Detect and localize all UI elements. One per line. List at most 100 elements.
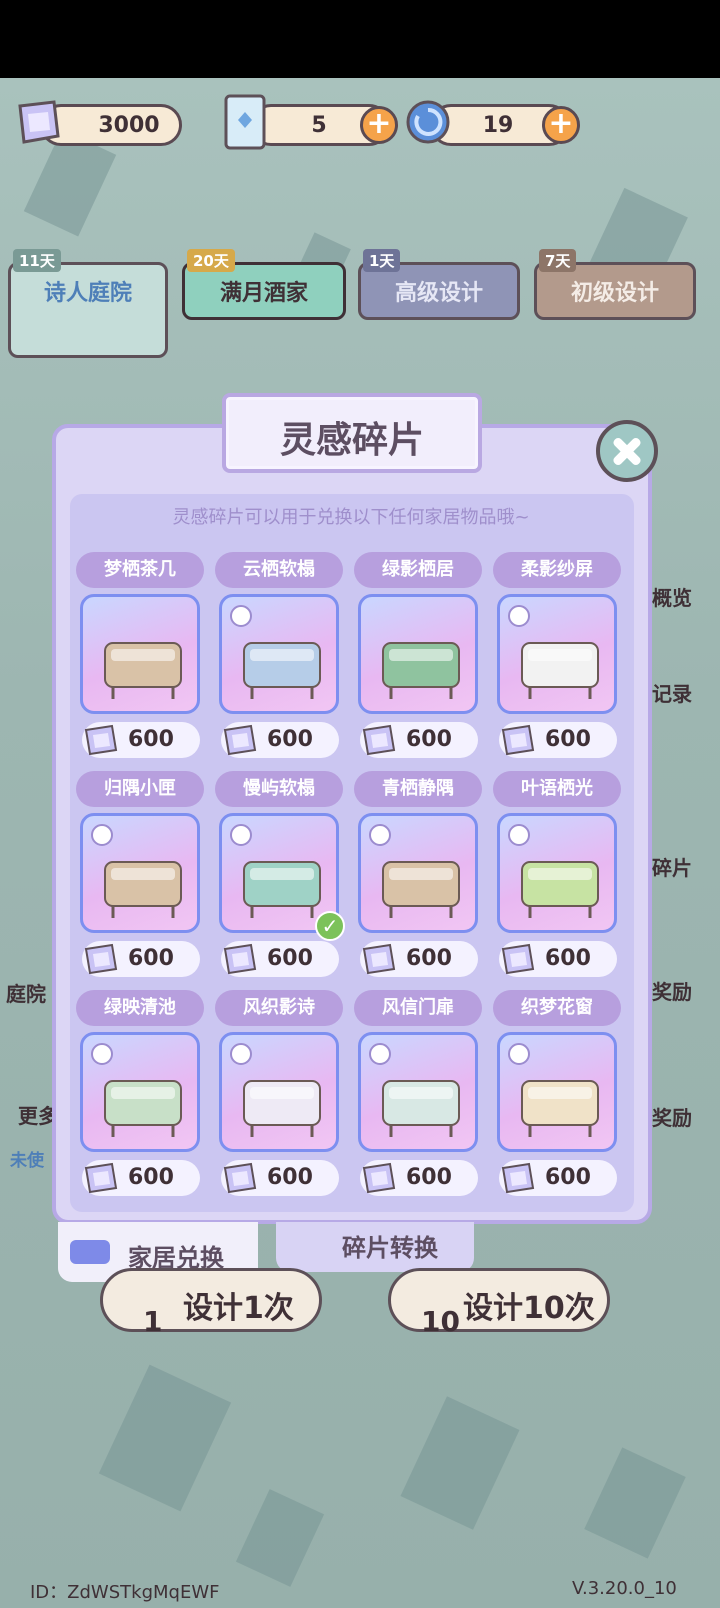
item-name: 柔影纱屏: [493, 552, 621, 588]
item-price: 600: [499, 1160, 617, 1196]
furniture-art: [382, 861, 460, 918]
fragment-count: 3000: [98, 113, 160, 138]
item-image[interactable]: [497, 594, 617, 714]
furniture-art: [243, 861, 321, 918]
furniture-item[interactable]: 绿映清池 600: [76, 990, 204, 1200]
price-value: 600: [128, 1165, 174, 1190]
design-once-button[interactable]: 1 设计1次: [100, 1268, 322, 1338]
add-ticket-button[interactable]: +: [360, 106, 398, 144]
item-price: 600: [221, 941, 339, 977]
furniture-art: [104, 642, 182, 699]
price-value: 600: [545, 946, 591, 971]
item-name: 梦栖茶几: [76, 552, 204, 588]
furniture-item[interactable]: 归隅小匣 600: [76, 771, 204, 981]
banner-label: 初级设计: [570, 281, 659, 306]
item-price: 600: [221, 1160, 339, 1196]
fragment-icon: [501, 724, 535, 756]
sofa-icon: [70, 1240, 110, 1264]
version-label: V.3.20.0_10: [572, 1578, 677, 1599]
fragment-icon: [84, 724, 118, 756]
item-name: 绿影栖居: [354, 552, 482, 588]
price-value: 600: [128, 727, 174, 752]
side-label-reward[interactable]: 奖励: [652, 976, 692, 1005]
item-image[interactable]: [80, 594, 200, 714]
furniture-art: [104, 1080, 182, 1137]
fragment-icon: [362, 943, 396, 975]
side-label-overview[interactable]: 概览: [652, 582, 692, 611]
side-label-unused: 未使: [10, 1151, 44, 1171]
item-image[interactable]: [80, 813, 200, 933]
banner-days: 7天: [539, 249, 577, 272]
furniture-item[interactable]: 梦栖茶几 600: [76, 552, 204, 762]
fragment-icon: [18, 100, 60, 144]
close-button[interactable]: [596, 420, 658, 482]
item-name: 风信门扉: [354, 990, 482, 1026]
price-value: 600: [267, 946, 313, 971]
price-value: 600: [128, 946, 174, 971]
add-swirl-button[interactable]: +: [542, 106, 580, 144]
item-price: 600: [360, 722, 478, 758]
design-ten-label: 设计10次: [463, 1291, 595, 1326]
item-price: 600: [499, 941, 617, 977]
price-value: 600: [545, 727, 591, 752]
banner-tab-advanced-design[interactable]: 1天 高级设计: [358, 249, 520, 320]
fragment-icon: [223, 943, 257, 975]
item-image[interactable]: [358, 813, 478, 933]
ticket-icon: [224, 94, 266, 150]
item-image[interactable]: [497, 813, 617, 933]
design-ten-count: 10: [421, 1305, 460, 1338]
banner-label: 满月酒家: [219, 281, 308, 306]
banner-tab-full-moon-tavern[interactable]: 20天 满月酒家: [182, 249, 346, 320]
item-image[interactable]: [80, 1032, 200, 1152]
item-name: 绿映清池: [76, 990, 204, 1026]
item-image[interactable]: [358, 1032, 478, 1152]
price-value: 600: [267, 1165, 313, 1190]
fragment-icon: [501, 1162, 535, 1194]
price-value: 600: [406, 727, 452, 752]
swirl-icon: [406, 100, 450, 144]
banner-tab-poet-courtyard[interactable]: 11天 诗人庭院: [8, 249, 168, 358]
price-value: 600: [545, 1165, 591, 1190]
fragment-icon: [501, 943, 535, 975]
owned-check-icon: ✓: [315, 911, 345, 941]
design-once-count: 1: [143, 1305, 163, 1338]
item-price: 600: [82, 722, 200, 758]
swirl-count: 19: [482, 113, 514, 138]
design-once-label: 设计1次: [183, 1291, 294, 1326]
furniture-art: [382, 1080, 460, 1137]
furniture-item[interactable]: 织梦花窗 600: [493, 990, 621, 1200]
furniture-item[interactable]: 风信门扉 600: [354, 990, 482, 1200]
side-label-courtyard[interactable]: 庭院: [6, 978, 46, 1007]
fragment-icon: [223, 724, 257, 756]
fragment-icon: [84, 943, 118, 975]
furniture-item[interactable]: 绿影栖居 600: [354, 552, 482, 762]
side-label-reward-2[interactable]: 奖励: [652, 1102, 692, 1131]
furniture-item[interactable]: 风织影诗 600: [215, 990, 343, 1200]
furniture-art: [521, 861, 599, 918]
banner-label: 高级设计: [394, 281, 483, 306]
item-image[interactable]: [219, 594, 339, 714]
banner-label: 诗人庭院: [43, 281, 132, 306]
tab-fragment-convert[interactable]: 碎片转换: [276, 1222, 474, 1272]
tab-label: 碎片转换: [342, 1234, 438, 1262]
side-label-fragments[interactable]: 碎片: [652, 852, 692, 881]
design-ten-button[interactable]: 10 设计10次: [388, 1268, 610, 1338]
ticket-count: 5: [311, 113, 327, 138]
price-value: 600: [406, 946, 452, 971]
furniture-item[interactable]: 叶语栖光 600: [493, 771, 621, 981]
side-label-record[interactable]: 记录: [652, 678, 692, 707]
item-image[interactable]: [497, 1032, 617, 1152]
furniture-art: [243, 642, 321, 699]
furniture-item[interactable]: 青栖静隅 600: [354, 771, 482, 981]
banner-days: 1天: [363, 249, 401, 272]
furniture-item[interactable]: 慢屿软榻 600 ✓: [215, 771, 345, 981]
fragment-icon: [362, 1162, 396, 1194]
item-image[interactable]: [358, 594, 478, 714]
fragment-icon: [362, 724, 396, 756]
item-image[interactable]: [219, 1032, 339, 1152]
furniture-item[interactable]: 云栖软榻 600: [215, 552, 343, 762]
furniture-item[interactable]: 柔影纱屏 600: [493, 552, 621, 762]
item-name: 归隅小匣: [76, 771, 204, 807]
banner-tab-basic-design[interactable]: 7天 初级设计: [534, 249, 696, 320]
item-name: 风织影诗: [215, 990, 343, 1026]
